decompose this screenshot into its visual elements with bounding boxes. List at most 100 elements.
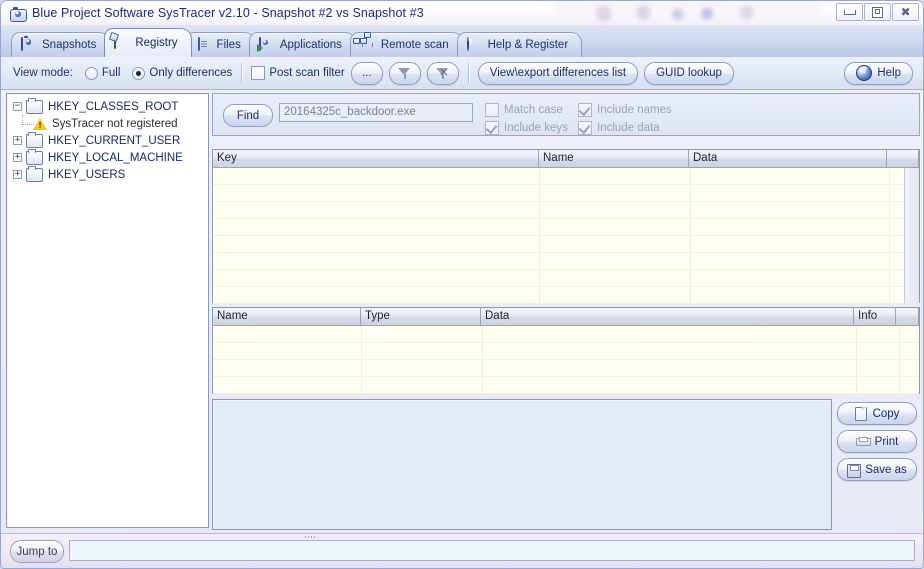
expand-icon[interactable]: + — [13, 136, 22, 145]
jump-to-input[interactable] — [69, 540, 915, 561]
checkbox-include-data[interactable]: Include data — [578, 121, 660, 135]
checkbox-post-scan-filter[interactable]: Post scan filter — [251, 66, 345, 80]
column-header-name[interactable]: Name — [213, 308, 361, 325]
print-button[interactable]: Print — [837, 430, 917, 453]
table-row[interactable] — [213, 326, 919, 343]
expand-icon[interactable]: + — [13, 153, 22, 162]
application-window: Blue Project Software SysTracer v2.10 - … — [0, 0, 924, 569]
registry-tree: − HKEY_CLASSES_ROOT SysTracer not regist… — [7, 94, 208, 183]
folder-icon — [26, 148, 43, 165]
titlebar-watermark — [556, 1, 821, 22]
tree-node-label: HKEY_CLASSES_ROOT — [48, 100, 179, 113]
value-list-body[interactable] — [213, 326, 919, 394]
maximize-button[interactable] — [864, 3, 891, 21]
detail-pane[interactable] — [212, 399, 832, 530]
radio-label: Only differences — [149, 67, 233, 79]
checkbox-label: Include names — [597, 104, 672, 116]
tab-label: Registry — [135, 37, 178, 49]
tab-help-register[interactable]: Help & Register — [456, 32, 583, 57]
tab-label: Files — [216, 39, 241, 51]
radio-icon-selected — [132, 66, 146, 80]
browse-filter-label: ... — [361, 67, 372, 79]
key-list[interactable]: Key Name Data — [212, 149, 920, 303]
column-header-key[interactable]: Key — [213, 150, 539, 167]
checkbox-include-keys[interactable]: Include keys — [485, 121, 568, 135]
checkbox-label: Include data — [597, 122, 660, 134]
tab-label: Remote scan — [380, 39, 449, 51]
tab-applications[interactable]: Applications — [248, 32, 356, 57]
tree-node-hkey-classes-root[interactable]: − HKEY_CLASSES_ROOT — [13, 97, 208, 115]
tree-node-hkey-users[interactable]: + HKEY_USERS — [13, 165, 208, 183]
help-button[interactable]: Help — [844, 61, 913, 85]
status-bar: Jump to — [1, 533, 923, 568]
tab-remote-scan[interactable]: Remote scan — [349, 32, 463, 57]
table-row[interactable] — [213, 253, 919, 270]
expand-icon[interactable]: + — [13, 170, 22, 179]
apply-filter-button[interactable] — [388, 61, 421, 85]
folder-icon — [26, 97, 43, 114]
registry-grid-icon — [114, 35, 129, 50]
camera-icon — [10, 7, 27, 22]
checkbox-icon — [251, 66, 266, 80]
view-export-differences-button[interactable]: View\export differences list — [477, 61, 639, 85]
save-icon — [847, 463, 862, 478]
registry-tree-panel[interactable]: − HKEY_CLASSES_ROOT SysTracer not regist… — [6, 93, 209, 528]
funnel-clear-icon: ✕ — [436, 67, 449, 80]
key-list-header: Key Name Data — [213, 150, 919, 168]
find-button[interactable]: Find — [223, 104, 273, 127]
title-bar: Blue Project Software SysTracer v2.10 - … — [1, 1, 923, 26]
tab-registry[interactable]: Registry — [104, 28, 192, 57]
tree-node-label: HKEY_USERS — [48, 168, 126, 181]
table-row[interactable] — [213, 168, 919, 185]
radio-label: Full — [101, 67, 121, 79]
checkbox-label: Post scan filter — [269, 67, 345, 79]
table-row[interactable] — [213, 185, 919, 202]
column-header-spacer — [887, 150, 919, 167]
copy-button[interactable]: Copy — [837, 402, 917, 425]
tree-node-label: HKEY_CURRENT_USER — [48, 134, 181, 147]
key-list-body[interactable] — [213, 168, 919, 303]
window-controls: ✖ — [836, 3, 919, 21]
help-label: Help — [877, 67, 901, 79]
tab-files[interactable]: Files — [185, 32, 255, 57]
browse-filter-button[interactable]: ... — [350, 61, 383, 85]
close-button[interactable]: ✖ — [892, 3, 919, 21]
table-row[interactable] — [213, 219, 919, 236]
table-row[interactable] — [213, 377, 919, 394]
table-row[interactable] — [213, 270, 919, 287]
tree-node-hkey-local-machine[interactable]: + HKEY_LOCAL_MACHINE — [13, 148, 208, 166]
radio-view-mode-full[interactable]: Full — [84, 66, 121, 80]
column-header-name[interactable]: Name — [539, 150, 689, 167]
guid-lookup-button[interactable]: GUID lookup — [644, 61, 734, 85]
table-row[interactable] — [213, 343, 919, 360]
table-row[interactable] — [213, 287, 919, 303]
column-header-data[interactable]: Data — [481, 308, 854, 325]
radio-view-mode-only-differences[interactable]: Only differences — [132, 66, 233, 80]
tree-node-systracer-not-registered[interactable]: SysTracer not registered — [13, 115, 208, 132]
column-header-data[interactable]: Data — [689, 150, 887, 167]
table-row[interactable] — [213, 360, 919, 377]
jump-to-label: Jump to — [16, 545, 58, 558]
main-content: − HKEY_CLASSES_ROOT SysTracer not regist… — [1, 90, 923, 533]
save-as-button[interactable]: Save as — [837, 458, 917, 481]
table-row[interactable] — [213, 202, 919, 219]
checkbox-match-case[interactable]: Match case — [485, 103, 563, 117]
clear-filter-button[interactable]: ✕ — [426, 61, 459, 85]
column-header-type[interactable]: Type — [361, 308, 481, 325]
value-list-header: Name Type Data Info — [213, 308, 919, 326]
minimize-button[interactable] — [836, 3, 863, 21]
tab-snapshots[interactable]: Snapshots — [11, 32, 111, 57]
value-list[interactable]: Name Type Data Info — [212, 307, 920, 394]
find-input[interactable]: 20164325c_backdoor.exe — [279, 103, 473, 122]
tree-node-hkey-current-user[interactable]: + HKEY_CURRENT_USER — [13, 131, 208, 149]
jump-to-button[interactable]: Jump to — [10, 540, 64, 563]
key-list-scrollbar[interactable] — [904, 168, 919, 303]
horizontal-splitter[interactable] — [5, 535, 921, 539]
file-icon — [196, 37, 211, 52]
column-header-info[interactable]: Info — [854, 308, 896, 325]
checkbox-include-names[interactable]: Include names — [578, 103, 672, 117]
tree-node-label: HKEY_LOCAL_MACHINE — [48, 151, 183, 164]
table-row[interactable] — [213, 236, 919, 253]
checkbox-label: Match case — [504, 104, 563, 116]
collapse-icon[interactable]: − — [13, 102, 22, 111]
